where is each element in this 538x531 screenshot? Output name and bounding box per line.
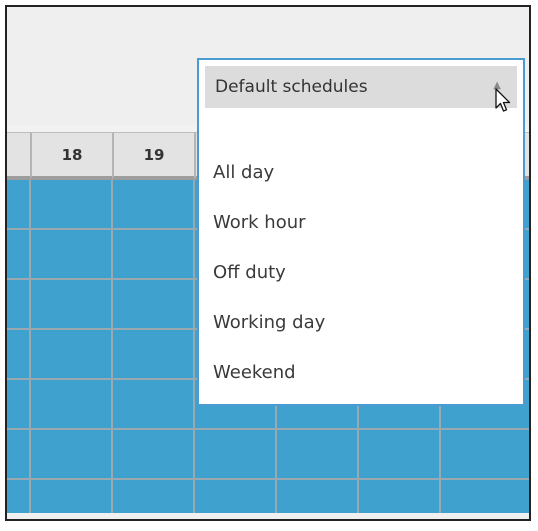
- grid-row-line: [7, 478, 529, 480]
- dropdown-option[interactable]: All day: [213, 147, 325, 197]
- dropdown-option[interactable]: Weekend: [213, 347, 325, 397]
- dropdown-option[interactable]: Off duty: [213, 247, 325, 297]
- hour-header-cell: 18: [30, 132, 112, 180]
- grid-column-line: [29, 180, 31, 519]
- dropdown-option[interactable]: Working day: [213, 297, 325, 347]
- hour-header-cell: [7, 132, 30, 180]
- grid-row-line: [7, 428, 529, 430]
- schedule-dropdown[interactable]: Default schedules ▲ All day Work hour Of…: [197, 58, 525, 406]
- dropdown-options: All day Work hour Off duty Working day W…: [213, 147, 325, 397]
- bottom-strip: [7, 513, 529, 519]
- grid-column-line: [111, 180, 113, 519]
- dropdown-selected[interactable]: Default schedules ▲: [205, 66, 517, 108]
- grid-column-line: [193, 180, 195, 519]
- mouse-pointer-icon: [495, 88, 511, 112]
- dropdown-selected-label: Default schedules: [215, 77, 368, 97]
- hour-header-cell: 19: [112, 132, 194, 180]
- schedule-panel: 18 19 Default schedules ▲ All day Work h…: [5, 5, 531, 521]
- dropdown-option[interactable]: Work hour: [213, 197, 325, 247]
